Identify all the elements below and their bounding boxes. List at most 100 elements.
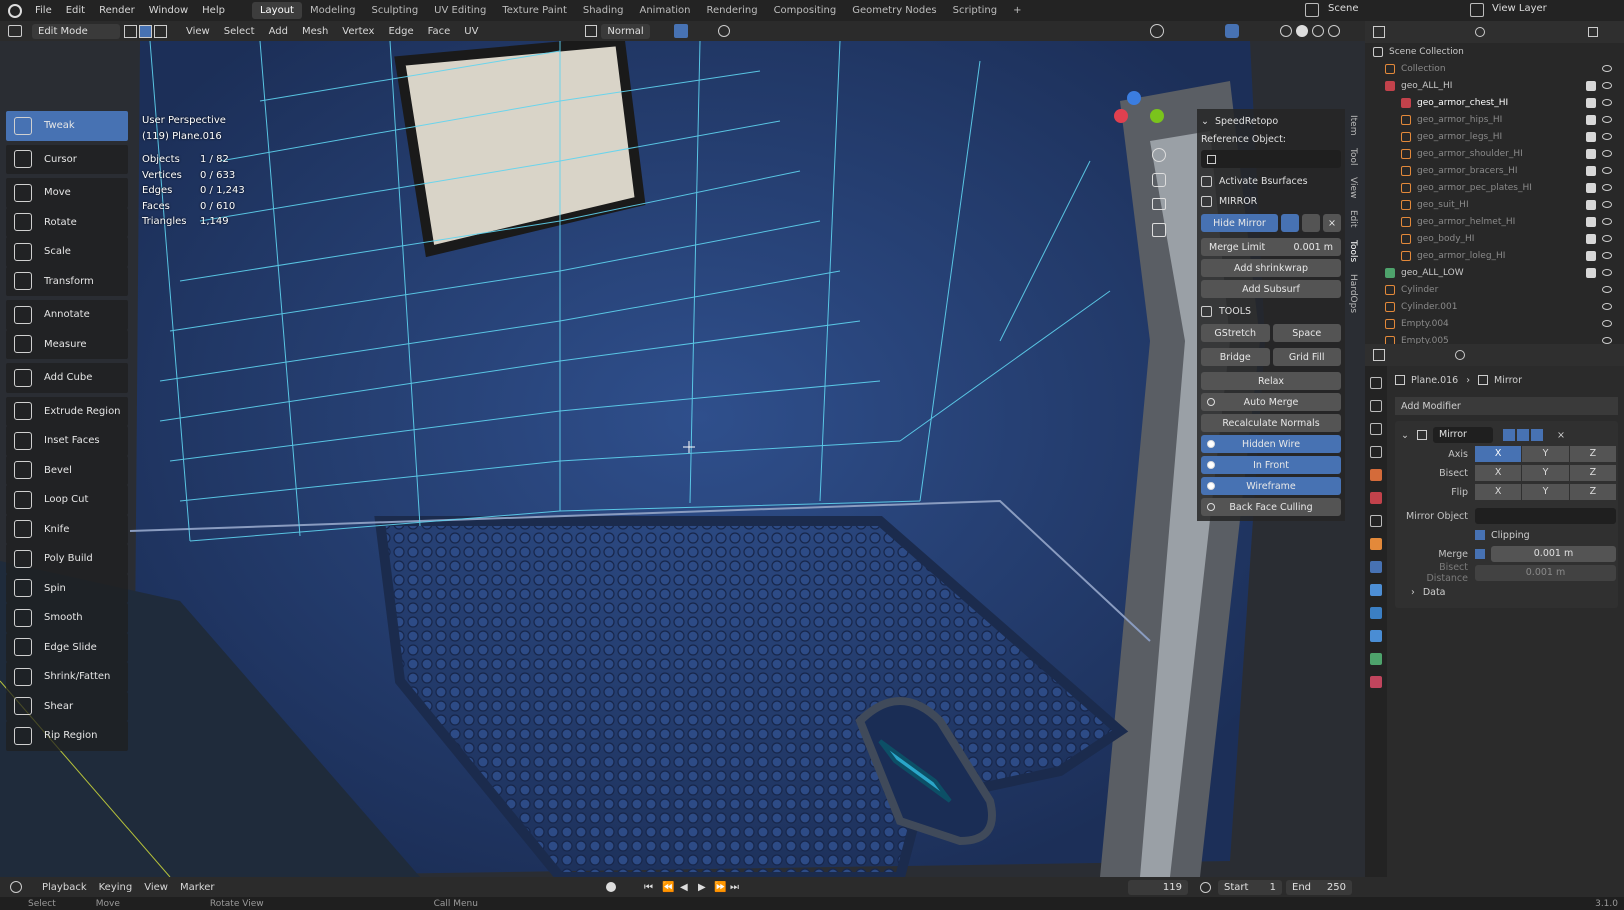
visibility-eye-icon[interactable]: [1602, 116, 1612, 123]
axis-y[interactable]: Y: [1522, 446, 1569, 462]
menu-face[interactable]: Face: [421, 26, 458, 37]
tab-sculpting[interactable]: Sculpting: [363, 2, 426, 19]
scene-collection-row[interactable]: Scene Collection: [1365, 43, 1624, 60]
exclude-checkbox[interactable]: [1586, 148, 1596, 159]
visibility-eye-icon[interactable]: [1602, 150, 1612, 157]
merge-limit-field[interactable]: Merge Limit 0.001 m: [1201, 238, 1341, 256]
flip-x[interactable]: X: [1475, 484, 1522, 500]
play-reverse-icon[interactable]: ◀: [680, 882, 688, 893]
outliner-item[interactable]: geo_armor_loleg_HI: [1365, 247, 1624, 264]
render-tab-icon[interactable]: [1370, 400, 1382, 412]
modifier-tab-icon[interactable]: [1370, 561, 1382, 573]
tab-shading[interactable]: Shading: [575, 2, 632, 19]
visibility-eye-icon[interactable]: [1602, 82, 1612, 89]
tool-annotate[interactable]: Annotate: [6, 300, 128, 330]
vertex-select-icon[interactable]: [124, 24, 137, 38]
menu-vertex[interactable]: Vertex: [335, 26, 381, 37]
tab-modeling[interactable]: Modeling: [302, 2, 364, 19]
pan-hand-icon[interactable]: [1152, 173, 1166, 187]
tab-item[interactable]: Item: [1348, 109, 1358, 142]
tool-loop-cut[interactable]: Loop Cut: [6, 485, 128, 515]
tool-shrink-fatten[interactable]: Shrink/Fatten: [6, 662, 128, 692]
menu-render[interactable]: Render: [92, 5, 142, 16]
outliner-item[interactable]: geo_armor_pec_plates_HI: [1365, 179, 1624, 196]
exclude-checkbox[interactable]: [1586, 80, 1596, 91]
mirror-object-field[interactable]: [1475, 508, 1616, 524]
face-select-icon[interactable]: [154, 24, 167, 38]
tab-scripting[interactable]: Scripting: [945, 2, 1005, 19]
shading-rendered-icon[interactable]: [1328, 25, 1340, 37]
visibility-eye-icon[interactable]: [1602, 133, 1612, 140]
camera-view-icon[interactable]: [1152, 198, 1166, 210]
search-icon[interactable]: [1475, 27, 1485, 37]
outliner-item[interactable]: geo_armor_helmet_HI: [1365, 213, 1624, 230]
hide-mirror-button[interactable]: Hide Mirror: [1201, 214, 1278, 232]
particles-tab-icon[interactable]: [1370, 584, 1382, 596]
reference-object-field[interactable]: [1201, 150, 1341, 168]
axis-x[interactable]: X: [1475, 446, 1522, 462]
jump-end-icon[interactable]: ⏭: [730, 882, 739, 893]
tool-inset-faces[interactable]: Inset Faces: [6, 426, 128, 456]
tool-spin[interactable]: Spin: [6, 573, 128, 603]
tab-hardops[interactable]: HardOps: [1348, 268, 1358, 319]
menu-mesh[interactable]: Mesh: [295, 26, 335, 37]
tool-add-cube[interactable]: Add Cube: [6, 363, 128, 393]
visibility-eye-icon[interactable]: [1602, 320, 1612, 327]
outliner-item[interactable]: geo_armor_legs_HI: [1365, 128, 1624, 145]
scene-selector[interactable]: Scene: [1328, 3, 1359, 14]
tool-rotate[interactable]: Rotate: [6, 207, 128, 237]
menu-file[interactable]: File: [28, 5, 59, 16]
tool-rip-region[interactable]: Rip Region: [6, 721, 128, 751]
xray-icon[interactable]: [1225, 24, 1239, 38]
exclude-checkbox[interactable]: [1586, 114, 1596, 125]
tool-scale[interactable]: Scale: [6, 237, 128, 267]
exclude-checkbox[interactable]: [1586, 165, 1596, 176]
bisect-z[interactable]: Z: [1569, 465, 1616, 481]
visibility-eye-icon[interactable]: [1602, 269, 1612, 276]
jump-start-icon[interactable]: ⏮: [644, 882, 653, 893]
outliner-item[interactable]: geo_armor_bracers_HI: [1365, 162, 1624, 179]
menu-help[interactable]: Help: [195, 5, 232, 16]
mirror-options-icon[interactable]: [1302, 214, 1320, 232]
data-tab-icon[interactable]: [1370, 653, 1382, 665]
exclude-checkbox[interactable]: [1586, 182, 1596, 193]
filter-icon[interactable]: [1588, 27, 1598, 37]
tool-tab-icon[interactable]: [1370, 377, 1382, 389]
visibility-eye-icon[interactable]: [1602, 184, 1612, 191]
tab-rendering[interactable]: Rendering: [698, 2, 765, 19]
search-icon[interactable]: [1455, 350, 1465, 360]
timeline-type-icon[interactable]: [10, 881, 22, 893]
start-frame-field[interactable]: Start 1: [1218, 879, 1282, 895]
view-layer-selector[interactable]: View Layer: [1492, 3, 1547, 14]
visibility-eye-icon[interactable]: [1602, 235, 1612, 242]
render-toggle-icon[interactable]: [1530, 429, 1543, 441]
menu-keying[interactable]: Keying: [93, 882, 139, 893]
end-frame-field[interactable]: End 250: [1286, 879, 1352, 895]
collection-tab-icon[interactable]: [1370, 515, 1382, 527]
menu-playback[interactable]: Playback: [36, 882, 93, 893]
overlay-icon[interactable]: [1150, 24, 1164, 38]
exclude-checkbox[interactable]: [1586, 216, 1596, 227]
edit-mode-toggle-icon[interactable]: [1502, 429, 1515, 441]
world-tab-icon[interactable]: [1370, 492, 1382, 504]
outliner-item[interactable]: geo_armor_chest_HI: [1365, 94, 1624, 111]
snap-icon[interactable]: [673, 24, 688, 38]
visibility-eye-icon[interactable]: [1602, 252, 1612, 259]
axis-z[interactable]: Z: [1569, 446, 1616, 462]
menu-edge[interactable]: Edge: [381, 26, 420, 37]
tab-geometry-nodes[interactable]: Geometry Nodes: [844, 2, 944, 19]
properties-type-icon[interactable]: [1373, 349, 1385, 361]
tab-view[interactable]: View: [1348, 171, 1358, 204]
bisect-x[interactable]: X: [1475, 465, 1522, 481]
wireframe-toggle[interactable]: Wireframe: [1201, 477, 1341, 495]
tool-extrude-region[interactable]: Extrude Region: [6, 396, 128, 426]
clipping-checkbox[interactable]: [1475, 530, 1485, 540]
tool-move[interactable]: Move: [6, 178, 128, 208]
prev-keyframe-icon[interactable]: ⏪: [662, 882, 674, 893]
in-front-toggle[interactable]: In Front: [1201, 456, 1341, 474]
realtime-toggle-icon[interactable]: [1516, 429, 1529, 441]
grid-fill-button[interactable]: Grid Fill: [1272, 348, 1341, 366]
outliner-item[interactable]: geo_armor_shoulder_HI: [1365, 145, 1624, 162]
modifier-close-icon[interactable]: ×: [1557, 430, 1565, 441]
tab-layout[interactable]: Layout: [251, 2, 302, 19]
